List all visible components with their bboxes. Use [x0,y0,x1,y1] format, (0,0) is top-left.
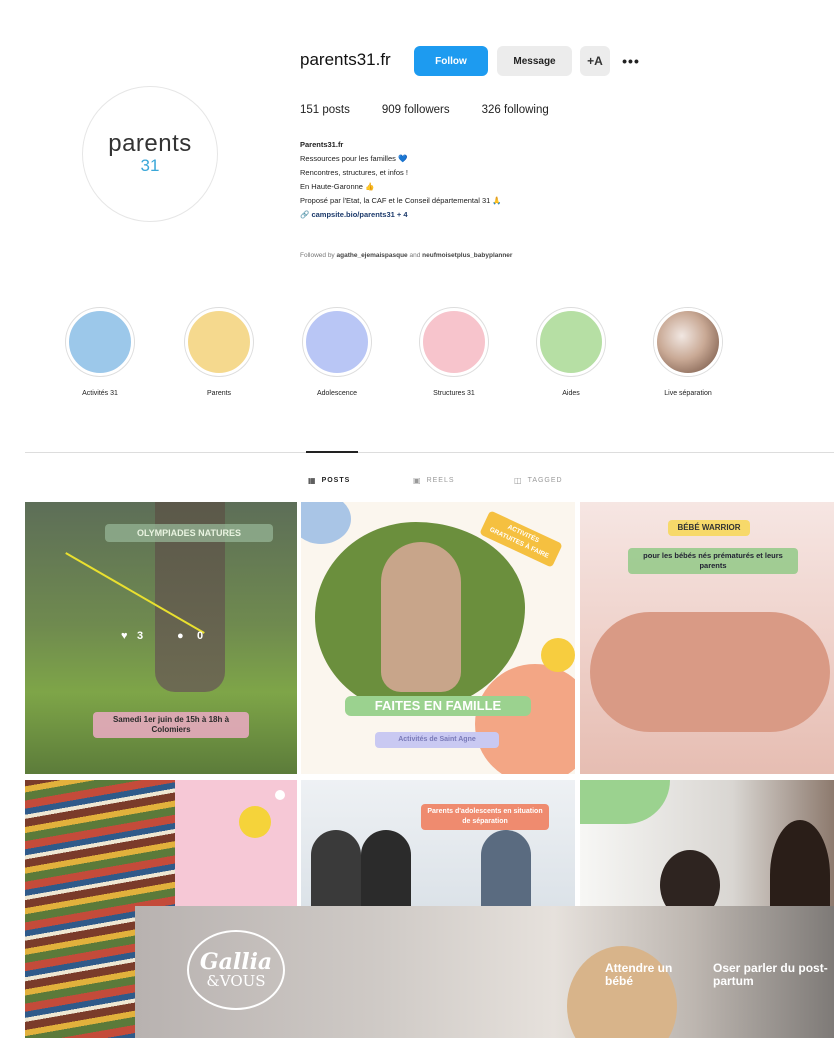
highlight-cover [420,308,488,376]
tab-label: REELS [426,477,455,484]
bio-line: Proposé par l'Etat, la CAF et le Conseil… [300,196,502,205]
bio-line: Ressources pour les familles 💙 [300,154,408,163]
followed-by-user[interactable]: neufmoisetplus_babyplanner [422,252,512,259]
sun-icon [541,638,575,672]
profile-username: parents31.fr [300,50,391,69]
tabs-divider [25,452,834,453]
tab-tagged[interactable]: ◫ TAGGED [514,476,563,485]
highlight-label: Live séparation [664,390,712,397]
tagged-icon: ◫ [514,476,523,485]
highlight-live-separation[interactable]: Live séparation [643,308,733,397]
profile-bio: Parents31.fr Ressources pour les famille… [300,138,502,222]
followed-by-prefix: Followed by [300,252,337,259]
sun-icon [239,806,271,838]
bio-link[interactable]: campsite.bio/parents31 + 4 [311,210,407,219]
ad-image-person [567,946,677,1038]
highlight-label: Activités 31 [82,390,118,397]
comment-icon: ● [177,630,184,642]
ad-banner[interactable]: Gallia &VOUS Attendre un bébé Oser parle… [135,906,834,1038]
comments-count: 0 [197,630,204,642]
highlight-parents[interactable]: Parents [174,308,264,397]
tab-label: TAGGED [527,477,563,484]
highlight-structures-31[interactable]: Structures 31 [409,308,499,397]
bio-line: En Haute-Garonne 👍 [300,182,375,191]
decor-dot [275,790,285,800]
tab-posts[interactable]: ▦ POSTS [308,476,350,485]
more-options-icon[interactable]: ••• [618,46,644,76]
bio-line: Rencontres, structures, et infos ! [300,168,408,177]
post-badge: BÉBÉ WARRIOR [668,520,750,536]
highlight-cover [654,308,722,376]
active-tab-indicator [306,451,358,453]
decor-shape [580,780,670,824]
post-tile[interactable]: OLYMPIADES NATURES ♥ 3 ● 0 Samedi 1er ju… [25,502,297,774]
link-icon: 🔗 [300,210,310,219]
add-user-icon[interactable]: +A [580,46,610,76]
followed-by-and: and [407,252,423,259]
ad-link-post-partum[interactable]: Oser parler du post-partum [713,962,833,988]
likes-count: 3 [137,630,144,642]
highlight-label: Structures 31 [433,390,475,397]
followers-count[interactable]: 909 followers [382,104,450,116]
post-subtitle: pour les bébés nés prématurés et leurs p… [628,548,798,574]
highlight-label: Parents [206,390,232,397]
followed-by[interactable]: Followed by agathe_ejemaispasque and neu… [300,252,512,259]
post-title: OLYMPIADES NATURES [105,524,273,542]
message-button[interactable]: Message [497,46,572,76]
post-tag: Parents d'adolescents en situation de sé… [421,804,549,830]
highlight-cover [185,308,253,376]
post-caption: Samedi 1er juin de 15h à 18h à Colomiers [93,712,249,738]
grid-icon: ▦ [308,476,317,485]
followed-by-user[interactable]: agathe_ejemaispasque [337,252,408,259]
post-subtag: Activités de Saint Agne [375,732,499,748]
profile-avatar[interactable]: parents 31 [82,86,218,222]
following-count[interactable]: 326 following [482,104,549,116]
ad-link-attendre-bebe[interactable]: Attendre un bébé [605,962,685,988]
highlight-cover [537,308,605,376]
reels-icon: ▣ [413,476,422,485]
heart-icon: ♥ [121,630,128,642]
post-image-child [381,542,461,692]
bio-link-row[interactable]: 🔗 campsite.bio/parents31 + 4 [300,208,502,222]
logo-text: Gallia [199,949,273,975]
profile-stats: 151 posts 909 followers 326 following [300,104,549,116]
post-image-baby [590,612,830,732]
highlight-aides[interactable]: Aides [526,308,616,397]
highlight-activites-31[interactable]: Activités 31 [55,308,145,397]
highlight-cover [66,308,134,376]
tab-label: POSTS [321,477,351,484]
tab-reels[interactable]: ▣ REELS [413,476,455,485]
avatar-text-31: 31 [140,156,160,175]
highlight-adolescence[interactable]: Adolescence [292,308,382,397]
gallia-logo: Gallia &VOUS [187,930,285,1010]
highlight-label: Aides [562,390,580,397]
posts-count: 151 posts [300,104,350,116]
post-headline: FAITES EN FAMILLE [345,696,531,716]
post-tile[interactable]: BÉBÉ WARRIOR pour les bébés nés prématur… [580,502,834,774]
follow-button[interactable]: Follow [414,46,488,76]
post-tile[interactable]: ACTIVITÉS GRATUITES À FAIRE FAITES EN FA… [301,502,575,774]
avatar-text-parents: parents [108,130,192,157]
bio-name: Parents31.fr [300,140,344,149]
highlight-label: Adolescence [316,390,358,397]
highlight-cover [303,308,371,376]
logo-text: &VOUS [206,972,266,990]
decor-shape [301,502,351,544]
